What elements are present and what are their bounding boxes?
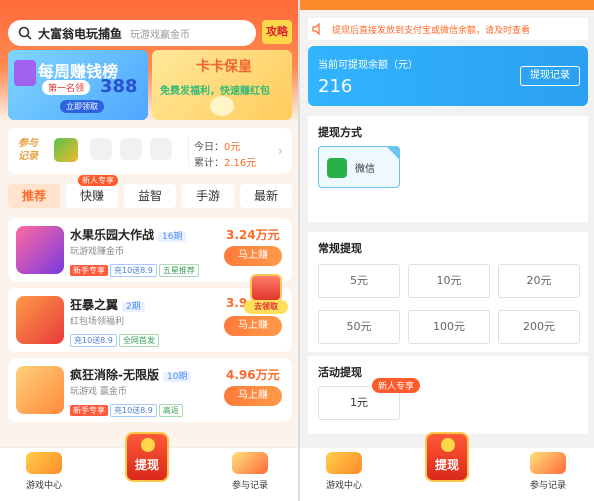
- gift-claim-float[interactable]: 去领取: [244, 272, 288, 316]
- nav-records[interactable]: 参与记录: [232, 452, 268, 491]
- tab-newest[interactable]: 最新: [240, 184, 292, 208]
- balance-label: 当前可提现余额（元）: [318, 60, 418, 71]
- game-thumbnail-icon: [54, 138, 78, 162]
- balance-value: 216: [318, 76, 353, 97]
- puzzle-icon: [14, 60, 36, 86]
- bottom-nav: 游戏中心 提现 参与记录: [300, 432, 594, 501]
- bottom-nav: 游戏中心 提现 参与记录: [0, 432, 298, 501]
- divider: [188, 136, 189, 166]
- coin-icon: [141, 438, 155, 452]
- today-earnings: 今日：0元: [194, 142, 241, 153]
- start-earning-button[interactable]: 马上赚: [224, 386, 282, 406]
- tab-puzzle[interactable]: 益智: [124, 184, 176, 208]
- search-bar[interactable]: 大富翁电玩捕鱼 玩游戏赢金币: [8, 20, 256, 46]
- guide-button[interactable]: 攻略: [262, 20, 292, 44]
- game-name: 水果乐园大作战 16期: [70, 226, 187, 243]
- new-user-badge: 新人专享: [372, 378, 421, 393]
- banner-rank-label: 第一名领: [42, 80, 91, 95]
- banner-title: 卡卡保皇: [196, 59, 252, 75]
- amount-option[interactable]: 10元: [408, 264, 490, 298]
- top-strip: [300, 0, 594, 10]
- records-icon: [232, 452, 268, 474]
- banner-amount: 388: [100, 76, 138, 97]
- category-tabs: 推荐 快赚 新人专享 益智 手游 最新: [8, 175, 292, 208]
- period-badge: 16期: [158, 232, 187, 242]
- search-query: 大富翁电玩捕鱼: [38, 26, 123, 41]
- amount-option[interactable]: 50元: [318, 310, 400, 344]
- empty-slot: [120, 138, 142, 160]
- section-title: 常规提现: [318, 242, 362, 255]
- kaka-banner[interactable]: 卡卡保皇 免费发福利，快速赚红包: [152, 50, 292, 120]
- regular-withdraw-section: 常规提现 5元 10元 20元 50元 100元 200元: [308, 232, 588, 352]
- start-earning-button[interactable]: 马上赚: [224, 316, 282, 336]
- withdraw-screen: 提现后直接发放到支付宝或微信余额，请及时查看 当前可提现余额（元） 216 提现…: [300, 0, 594, 501]
- amount-option[interactable]: 20元: [498, 264, 580, 298]
- nav-records[interactable]: 参与记录: [530, 452, 566, 491]
- weekly-earnings-banner[interactable]: 每周赚钱榜 第一名领 388 立即领取: [8, 50, 148, 120]
- activity-withdraw-section: 活动提现 1元 新人专享: [308, 356, 588, 434]
- section-title: 活动提现: [318, 366, 362, 379]
- game-tags: 新手专享 充10送8.9 高返: [70, 398, 185, 417]
- game-center-screen: 大富翁电玩捕鱼 玩游戏赢金币 攻略 每周赚钱榜 第一名领 388 立即领取 卡卡…: [0, 0, 298, 501]
- withdraw-button[interactable]: 提现: [425, 432, 469, 482]
- empty-slot: [150, 138, 172, 160]
- amount-option[interactable]: 100元: [408, 310, 490, 344]
- withdraw-method-section: 提现方式 微信: [308, 116, 588, 222]
- wechat-icon: [327, 158, 347, 178]
- game-icon: [16, 366, 64, 414]
- new-user-badge: 新人专享: [78, 175, 118, 186]
- game-prize-amount: 3.24万元: [226, 228, 280, 242]
- chevron-right-icon: ›: [278, 144, 283, 158]
- amount-option[interactable]: 5元: [318, 264, 400, 298]
- section-title: 提现方式: [318, 126, 362, 139]
- tab-mobile-games[interactable]: 手游: [182, 184, 234, 208]
- mascot-icon: [210, 96, 234, 116]
- tab-quick-earn[interactable]: 快赚 新人专享: [66, 175, 118, 208]
- tab-recommended[interactable]: 推荐: [8, 184, 60, 208]
- game-tags: 充10送8.9 全网首发: [70, 328, 161, 347]
- banner-claim-button[interactable]: 立即领取: [60, 100, 104, 113]
- balance-card: 当前可提现余额（元） 216 提现记录: [308, 46, 588, 106]
- coin-icon: [441, 438, 455, 452]
- game-tags: 新手专享 充10送8.9 五星推荐: [70, 258, 201, 277]
- period-badge: 10期: [162, 372, 192, 382]
- empty-slot: [90, 138, 112, 160]
- amount-option[interactable]: 200元: [498, 310, 580, 344]
- game-desc: 玩游戏 赢金币: [70, 387, 127, 397]
- banner-subtitle: 免费发福利，快速赚红包: [160, 86, 270, 97]
- game-center-icon: [26, 452, 62, 474]
- selected-check-icon: [387, 147, 399, 159]
- game-center-icon: [326, 452, 362, 474]
- withdraw-history-button[interactable]: 提现记录: [520, 66, 580, 86]
- game-prize-amount: 4.96万元: [226, 368, 280, 382]
- wechat-option[interactable]: 微信: [318, 146, 400, 188]
- game-card[interactable]: 疯狂消除-无限版 10期 玩游戏 赢金币 新手专享 充10送8.9 高返 4.96万元…: [8, 358, 292, 422]
- gift-box-icon: [250, 274, 282, 302]
- participation-record[interactable]: 参与记录 今日：0元 累计：2.16元 ›: [8, 128, 292, 174]
- start-earning-button[interactable]: 马上赚: [224, 246, 282, 266]
- game-icon: [16, 296, 64, 344]
- withdraw-button[interactable]: 提现: [125, 432, 169, 482]
- search-icon: [18, 26, 32, 40]
- records-icon: [530, 452, 566, 474]
- game-desc: 红包场领福利: [70, 317, 125, 327]
- notice-marquee: 提现后直接发放到支付宝或微信余额，请及时查看: [308, 18, 588, 40]
- game-name: 狂暴之翼 2期: [70, 296, 145, 313]
- search-placeholder: 玩游戏赢金币: [130, 29, 191, 41]
- total-earnings: 累计：2.16元: [194, 158, 257, 169]
- period-badge: 2期: [122, 302, 145, 312]
- record-label: 参与记录: [18, 138, 38, 162]
- game-desc: 玩游戏赚金币: [70, 247, 125, 257]
- nav-game-center[interactable]: 游戏中心: [326, 452, 362, 491]
- gift-claim-label: 去领取: [244, 300, 288, 314]
- speaker-icon: [312, 23, 320, 35]
- nav-game-center[interactable]: 游戏中心: [26, 452, 62, 491]
- game-name: 疯狂消除-无限版 10期: [70, 366, 192, 383]
- game-icon: [16, 226, 64, 274]
